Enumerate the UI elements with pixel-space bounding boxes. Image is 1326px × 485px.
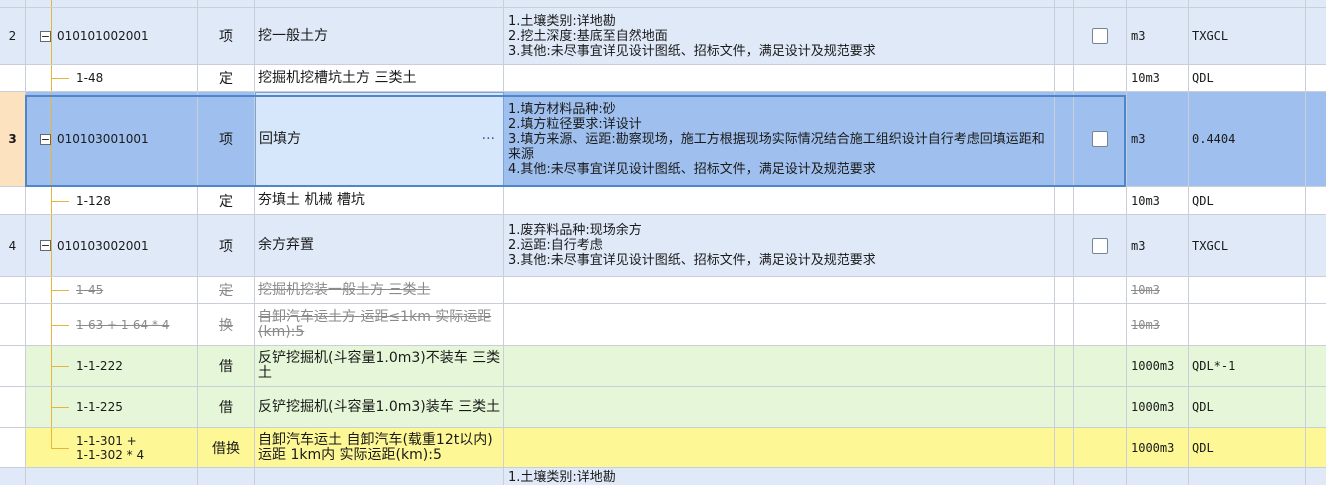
feature-cell[interactable]: 1.废弃料品种:现场余方 2.运距:自行考虑 3.其他:未尽事宜详见设计图纸、招… [504, 215, 1055, 276]
unit-cell[interactable]: m3 [1127, 8, 1189, 64]
name-cell[interactable]: 夯填土 机械 槽坑 [255, 187, 504, 214]
code-cell[interactable]: 1-45 [26, 277, 198, 303]
checkbox[interactable] [1092, 237, 1108, 254]
feature-cell[interactable] [504, 387, 1055, 427]
unit-cell[interactable]: 1000m3 [1127, 387, 1189, 427]
expr-cell[interactable]: TXGCL [1189, 215, 1306, 276]
table-row-borrowed[interactable]: 1-1-225 借 反铲挖掘机(斗容量1.0m3)装车 三类土 1000m3 Q… [0, 387, 1326, 428]
table-row-item-selected[interactable]: 3 − 010103001001 项 回填方 ··· 1.填方材料品种:砂 2.… [0, 92, 1326, 187]
expr-cell[interactable] [1189, 277, 1306, 303]
type-cell: 借换 [198, 428, 255, 467]
more-button[interactable]: ··· [482, 131, 495, 147]
name-cell[interactable]: 挖一般土方 [255, 8, 504, 64]
table-row-borrowed-replaced[interactable]: 1-1-301 + 1-1-302 * 4 借换 自卸汽车运土 自卸汽车(载重1… [0, 428, 1326, 468]
name-cell[interactable]: 自卸汽车运土方 运距≤1km 实际运距(km):5 [255, 304, 504, 345]
type-cell: 换 [198, 304, 255, 345]
expr-cell[interactable]: QDL [1189, 187, 1306, 214]
table-row-item[interactable]: 4 − 010103002001 项 余方弃置 1.废弃料品种:现场余方 2.运… [0, 215, 1326, 277]
collapse-icon[interactable]: − [40, 30, 51, 42]
quota-code: 1-1-301 + 1-1-302 * 4 [76, 433, 145, 462]
unit-cell[interactable]: 1000m3 [1127, 346, 1189, 386]
table-row-quota[interactable]: 1-48 定 挖掘机挖槽坑土方 三类土 10m3 QDL [0, 65, 1326, 92]
unit-cell[interactable]: 10m3 [1127, 187, 1189, 214]
unit-cell[interactable]: 10m3 [1127, 304, 1189, 345]
feature-cell[interactable] [504, 187, 1055, 214]
table-row-borrowed[interactable]: 1-1-222 借 反铲挖掘机(斗容量1.0m3)不装车 三类土 1000m3 … [0, 346, 1326, 387]
item-code: 010101002001 [57, 29, 149, 43]
code-cell[interactable]: − 010103001001 [26, 92, 198, 186]
feature-cell[interactable]: 1.土壤类别:详地勘 2.挖土深度:基底至自然地面 3.其他:未尽事宜详见设计图… [504, 8, 1055, 64]
expr-cell[interactable]: TXGCL [1189, 8, 1306, 64]
type-cell: 定 [198, 187, 255, 214]
code-cell[interactable]: 1-1-225 [26, 387, 198, 427]
unit-cell[interactable]: 10m3 [1127, 65, 1189, 91]
code-cell[interactable]: 1-128 [26, 187, 198, 214]
name-cell-editing[interactable]: 回填方 ··· [255, 92, 504, 186]
unit-cell[interactable]: m3 [1127, 215, 1189, 276]
type-cell: 项 [198, 92, 255, 186]
type-cell: 项 [198, 8, 255, 64]
feature-cell[interactable] [504, 65, 1055, 91]
checkbox[interactable] [1092, 131, 1108, 147]
quota-code: 1-128 [76, 193, 111, 208]
unit-cell[interactable]: 1000m3 [1127, 428, 1189, 467]
table-row-item[interactable]: 2 − 010101002001 项 挖一般土方 1.土壤类别:详地勘 2.挖土… [0, 8, 1326, 65]
collapse-icon[interactable]: − [40, 133, 51, 145]
table-row[interactable] [0, 0, 1326, 8]
unit-cell[interactable]: 10m3 [1127, 277, 1189, 303]
quota-code: 1-45 [76, 283, 104, 297]
table-row-quota-deleted[interactable]: 1-63 + 1-64 * 4 换 自卸汽车运土方 运距≤1km 实际运距(km… [0, 304, 1326, 346]
quota-code: 1-1-222 [76, 359, 123, 373]
name-cell[interactable]: 反铲挖掘机(斗容量1.0m3)不装车 三类土 [255, 346, 504, 386]
name-cell[interactable]: 反铲挖掘机(斗容量1.0m3)装车 三类土 [255, 387, 504, 427]
feature-cell[interactable] [504, 428, 1055, 467]
type-cell: 定 [198, 65, 255, 91]
feature-cell[interactable] [504, 346, 1055, 386]
table-row-quota[interactable]: 1-128 定 夯填土 机械 槽坑 10m3 QDL [0, 187, 1326, 215]
expr-cell[interactable] [1189, 304, 1306, 345]
expr-cell[interactable]: QDL [1189, 65, 1306, 91]
row-number: 3 [0, 92, 26, 186]
feature-cell[interactable]: 1.土壤类别:详地勘 [504, 468, 1055, 485]
checkbox[interactable] [1092, 28, 1108, 44]
quota-code: 1-1-225 [76, 400, 123, 414]
code-cell[interactable]: − 010103002001 [26, 215, 198, 276]
expr-cell[interactable]: QDL [1189, 428, 1306, 467]
type-cell: 借 [198, 346, 255, 386]
feature-cell[interactable]: 1.填方材料品种:砂 2.填方粒径要求:详设计 3.填方来源、运距:勘察现场，施… [504, 92, 1055, 186]
expr-cell[interactable]: QDL [1189, 387, 1306, 427]
feature-cell[interactable] [504, 304, 1055, 345]
type-cell: 定 [198, 277, 255, 303]
expr-cell[interactable]: QDL*-1 [1189, 346, 1306, 386]
table-row-quota-deleted[interactable]: 1-45 定 挖掘机挖装一般土方 三类土 10m3 [0, 277, 1326, 304]
code-cell[interactable]: − 010101002001 [26, 8, 198, 64]
code-cell[interactable]: 1-1-301 + 1-1-302 * 4 [26, 428, 198, 467]
type-cell: 项 [198, 215, 255, 276]
name-cell[interactable]: 挖掘机挖装一般土方 三类土 [255, 277, 504, 303]
feature-cell[interactable] [504, 277, 1055, 303]
row-number: 4 [0, 215, 26, 276]
collapse-icon[interactable]: − [40, 240, 51, 251]
name-cell[interactable]: 自卸汽车运土 自卸汽车(载重12t以内)运距 1km内 实际运距(km):5 [255, 428, 504, 467]
row-number: 2 [0, 8, 26, 64]
code-cell[interactable]: 1-48 [26, 65, 198, 91]
table-row-item[interactable]: 1.土壤类别:详地勘 [0, 468, 1326, 485]
code-cell[interactable]: 1-63 + 1-64 * 4 [26, 304, 198, 345]
type-cell: 借 [198, 387, 255, 427]
expr-cell[interactable]: 0.4404 [1189, 92, 1306, 186]
quota-code: 1-63 + 1-64 * 4 [76, 317, 170, 332]
item-code: 010103001001 [57, 132, 149, 146]
unit-cell[interactable]: m3 [1127, 92, 1189, 186]
item-code: 010103002001 [57, 238, 149, 253]
name-cell[interactable]: 挖掘机挖槽坑土方 三类土 [255, 65, 504, 91]
quantity-list-grid: 2 − 010101002001 项 挖一般土方 1.土壤类别:详地勘 2.挖土… [0, 0, 1326, 485]
name-cell[interactable]: 余方弃置 [255, 215, 504, 276]
code-cell[interactable]: 1-1-222 [26, 346, 198, 386]
quota-code: 1-48 [76, 71, 104, 85]
